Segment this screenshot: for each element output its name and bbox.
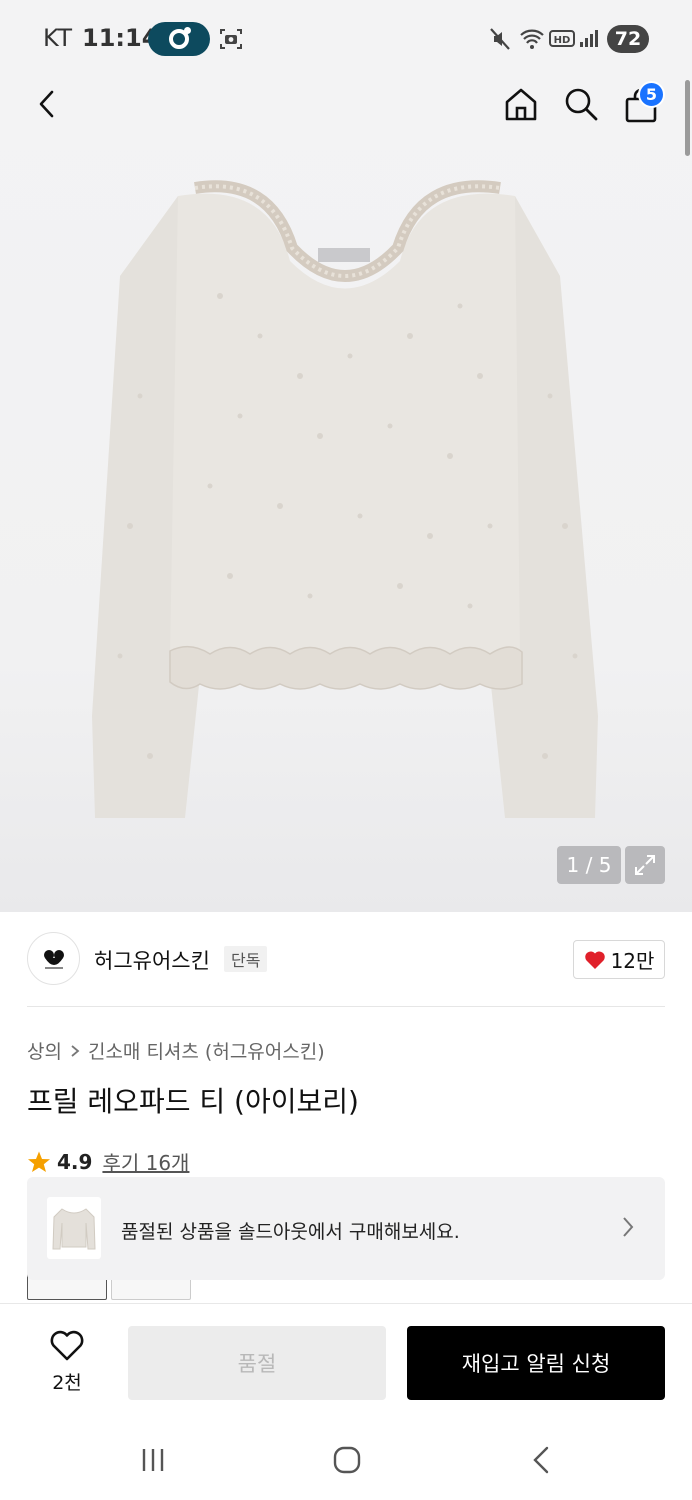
back-arrow-icon — [533, 1446, 549, 1474]
back-button[interactable] — [25, 82, 69, 126]
product-image-gallery[interactable] — [0, 76, 692, 912]
hd-icon: HD — [549, 30, 575, 47]
wifi-icon — [520, 29, 544, 49]
brand-like-button[interactable]: 12만 — [573, 940, 665, 979]
home-circle-icon — [333, 1446, 361, 1474]
status-bar: KT 11:14 HD 72 — [0, 0, 692, 76]
scrollbar[interactable] — [685, 80, 690, 156]
product-thumbnail-image — [52, 1208, 96, 1250]
bottom-action-bar: 2천 품절 재입고 알림 신청 — [0, 1303, 692, 1420]
reviews-link[interactable]: 후기 16개 — [102, 1147, 189, 1176]
home-icon — [505, 88, 537, 121]
exclusive-tag: 단독 — [224, 946, 268, 972]
mute-icon — [490, 28, 510, 50]
carrier-label: KT — [43, 24, 73, 52]
chevron-left-icon — [39, 90, 54, 118]
app-indicator-icon — [148, 22, 210, 56]
wishlist-count: 2천 — [52, 1372, 82, 1394]
home-button[interactable] — [499, 82, 543, 126]
clock: 11:14 — [82, 24, 159, 52]
svg-text:HD: HD — [554, 35, 571, 46]
wishlist-button[interactable]: 2천 — [40, 1330, 94, 1395]
banner-thumbnail — [47, 1197, 101, 1259]
product-title: 프릴 레오파드 티 (아이보리) — [27, 1085, 359, 1118]
soldout-banner[interactable]: 품절된 상품을 솔드아웃에서 구매해보세요. — [27, 1177, 665, 1280]
recent-apps-button[interactable] — [131, 1438, 175, 1482]
brand-logo[interactable] — [27, 932, 80, 985]
soldout-button: 품절 — [128, 1326, 386, 1400]
expand-icon — [635, 855, 655, 875]
expand-image-button[interactable] — [625, 846, 665, 884]
brand-name[interactable]: 허그유어스킨 — [94, 945, 210, 975]
cart-count-badge: 5 — [638, 81, 665, 108]
breadcrumb-category[interactable]: 상의 — [27, 1037, 62, 1064]
rating-row: 4.9 후기 16개 — [27, 1147, 189, 1176]
breadcrumb: 상의 긴소매 티셔츠 (허그유어스킨) — [27, 1037, 325, 1064]
image-counter: 1 / 5 — [557, 846, 621, 884]
back-nav-button[interactable] — [519, 1438, 563, 1482]
search-button[interactable] — [559, 82, 603, 126]
product-photo — [92, 180, 598, 818]
search-icon — [565, 88, 598, 121]
signal-icon — [580, 30, 598, 47]
star-icon — [28, 1151, 50, 1172]
home-nav-button[interactable] — [325, 1438, 369, 1482]
heart-filled-icon — [584, 950, 605, 969]
recent-apps-icon — [142, 1449, 164, 1471]
restock-alert-button[interactable]: 재입고 알림 신청 — [407, 1326, 665, 1400]
chevron-right-icon — [71, 1044, 80, 1057]
heart-outline-icon — [50, 1330, 84, 1361]
chevron-right-icon — [623, 1217, 634, 1237]
screenshot-icon — [220, 29, 242, 49]
divider — [27, 1006, 665, 1007]
rating-score: 4.9 — [57, 1149, 93, 1174]
breadcrumb-subcategory[interactable]: 긴소매 티셔츠 (허그유어스킨) — [88, 1037, 325, 1064]
system-navigation-bar — [0, 1420, 692, 1500]
brand-logo-icon — [43, 949, 64, 969]
battery-indicator: 72 — [607, 25, 649, 53]
brand-like-count: 12만 — [610, 949, 655, 973]
banner-text: 품절된 상품을 솔드아웃에서 구매해보세요. — [121, 1221, 460, 1243]
